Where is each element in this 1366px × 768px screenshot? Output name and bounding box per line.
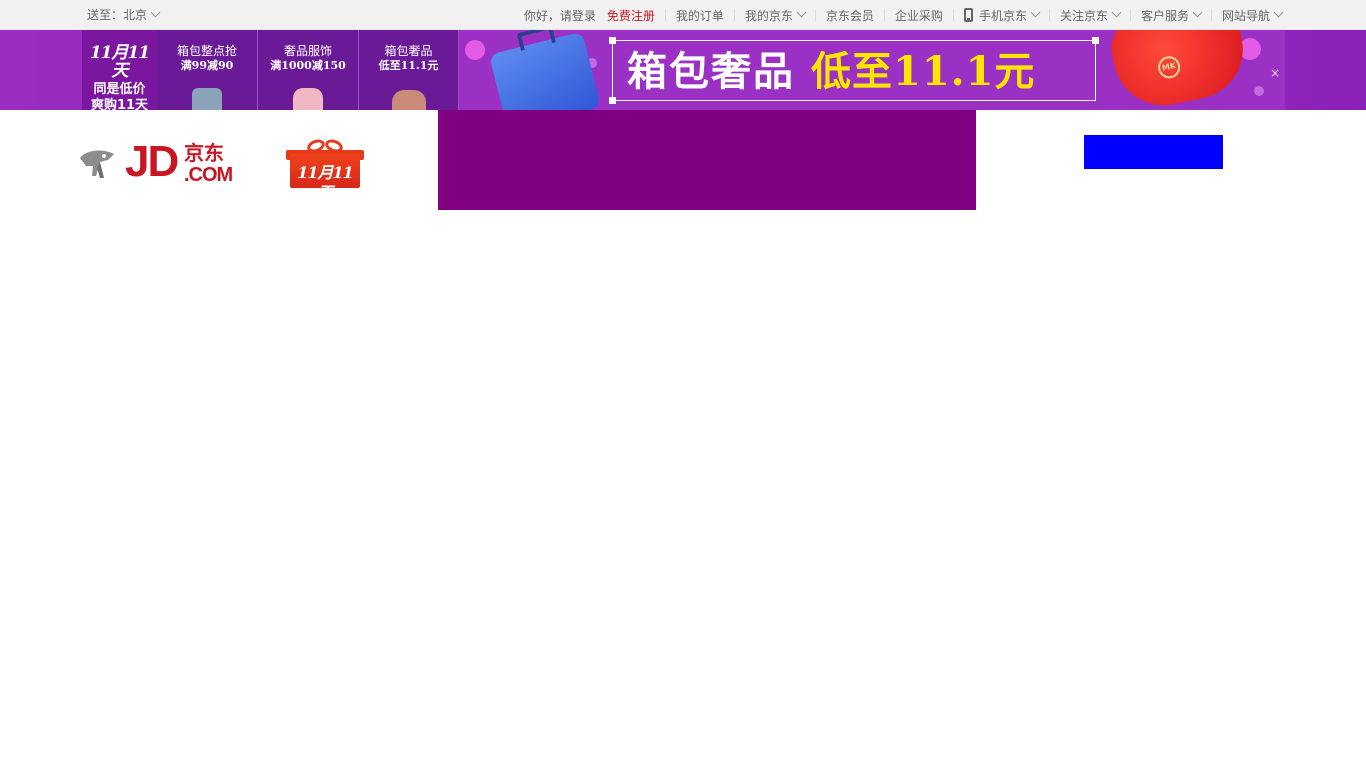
divider bbox=[1129, 9, 1131, 21]
header-ad-slot[interactable] bbox=[438, 110, 976, 210]
delivery-location[interactable]: 送至：北京 bbox=[87, 0, 161, 30]
divider bbox=[733, 9, 735, 21]
promo-card-offer: 低至11.1元 bbox=[378, 59, 439, 72]
banner-main-ad[interactable]: 箱包奢品 低至11.1元 MK bbox=[459, 30, 1285, 110]
customer-service-label: 客户服务 bbox=[1140, 8, 1189, 23]
my-orders-link[interactable]: 我的订单 bbox=[676, 0, 724, 30]
my-jd-label: 我的京东 bbox=[744, 8, 793, 23]
brand-emblem: MK bbox=[1156, 54, 1183, 81]
divider bbox=[883, 9, 885, 21]
headline-price: 低至11.1元 bbox=[811, 48, 1036, 95]
divider bbox=[1048, 9, 1050, 21]
site-nav-menu[interactable]: 网站导航 bbox=[1221, 0, 1284, 30]
chevron-down-icon bbox=[796, 7, 807, 17]
promo-card-title: 箱包整点抢 bbox=[176, 44, 237, 58]
site-nav-label: 网站导航 bbox=[1221, 8, 1270, 23]
gift-badge-label: 11月11天 bbox=[297, 163, 354, 202]
location-city: 北京 bbox=[123, 8, 148, 22]
divider bbox=[814, 9, 816, 21]
promo-card-offer: 满1000减150 bbox=[270, 59, 346, 72]
logo-com-text: .COM bbox=[184, 164, 233, 186]
follow-jd-menu[interactable]: 关注京东 bbox=[1059, 0, 1122, 30]
logo-line-1: 11月11天 bbox=[89, 43, 150, 81]
chevron-down-icon bbox=[1111, 7, 1122, 17]
promo-card-title: 箱包奢品 bbox=[384, 44, 433, 58]
divider bbox=[1210, 9, 1212, 21]
jd-dog-mascot-icon bbox=[80, 150, 114, 178]
promo-card-title: 奢品服饰 bbox=[283, 44, 332, 58]
mobile-jd-label: 手机京东 bbox=[978, 8, 1027, 23]
logo-line-3: 爽购11天 bbox=[90, 98, 149, 110]
promo-card-bags[interactable]: 箱包整点抢 满99减90 bbox=[157, 30, 258, 110]
top-nav-links: 你好，请登录 免费注册 我的订单 我的京东 京东会员 企业采购 手机京东 关注京… bbox=[524, 0, 1284, 30]
suitcase-image bbox=[488, 31, 602, 110]
membership-link[interactable]: 京东会员 bbox=[826, 0, 874, 30]
jd-logo[interactable]: JD 京东 .COM bbox=[78, 138, 240, 190]
location-prefix: 送至： bbox=[87, 8, 124, 22]
divider bbox=[664, 9, 666, 21]
decor-bubble bbox=[1254, 86, 1264, 96]
logo-jd-text: JD bbox=[125, 137, 179, 186]
header-blue-block[interactable] bbox=[1084, 135, 1223, 169]
chevron-down-icon bbox=[1030, 7, 1041, 17]
decor-bubble bbox=[465, 40, 485, 60]
close-icon[interactable]: × bbox=[1268, 66, 1282, 80]
register-link[interactable]: 免费注册 bbox=[607, 0, 655, 30]
phone-icon bbox=[963, 8, 973, 22]
luggage-image bbox=[192, 88, 222, 110]
divider bbox=[952, 9, 954, 21]
chevron-down-icon bbox=[150, 7, 161, 18]
handbag-image bbox=[391, 90, 426, 110]
customer-service-menu[interactable]: 客户服务 bbox=[1140, 0, 1203, 30]
follow-jd-label: 关注京东 bbox=[1059, 8, 1108, 23]
login-link[interactable]: 你好，请登录 bbox=[524, 0, 596, 30]
chevron-down-icon bbox=[1273, 7, 1284, 17]
shirt-image bbox=[293, 88, 323, 110]
promo-card-apparel[interactable]: 奢品服饰 满1000减150 bbox=[258, 30, 359, 110]
headline-frame: 箱包奢品 低至11.1元 bbox=[609, 37, 1099, 104]
singles-day-logo: 11月11天 同是低价 爽购11天 bbox=[82, 30, 157, 110]
logo-line-2: 同是低价 bbox=[93, 82, 146, 97]
promo-card-offer: 满99减90 bbox=[180, 59, 234, 72]
enterprise-link[interactable]: 企业采购 bbox=[895, 0, 943, 30]
mobile-jd-menu[interactable]: 手机京东 bbox=[963, 0, 1041, 30]
logo-chinese-text: 京东 bbox=[184, 141, 224, 165]
banner-headline: 箱包奢品 低至11.1元 bbox=[613, 41, 1097, 102]
chevron-down-icon bbox=[1192, 7, 1203, 17]
headline-main: 箱包奢品 bbox=[627, 48, 795, 95]
singles-day-gift-badge[interactable]: 11月11天 bbox=[285, 137, 365, 202]
promo-banner[interactable]: 11月11天 同是低价 爽购11天 箱包整点抢 满99减90 奢品服饰 满100… bbox=[0, 30, 1366, 110]
red-handbag-image: MK bbox=[1105, 30, 1253, 110]
my-jd-menu[interactable]: 我的京东 bbox=[744, 0, 807, 30]
top-utility-bar: 送至：北京 你好，请登录 免费注册 我的订单 我的京东 京东会员 企业采购 手机… bbox=[0, 0, 1366, 30]
promo-card-luxury[interactable]: 箱包奢品 低至11.1元 bbox=[359, 30, 459, 110]
